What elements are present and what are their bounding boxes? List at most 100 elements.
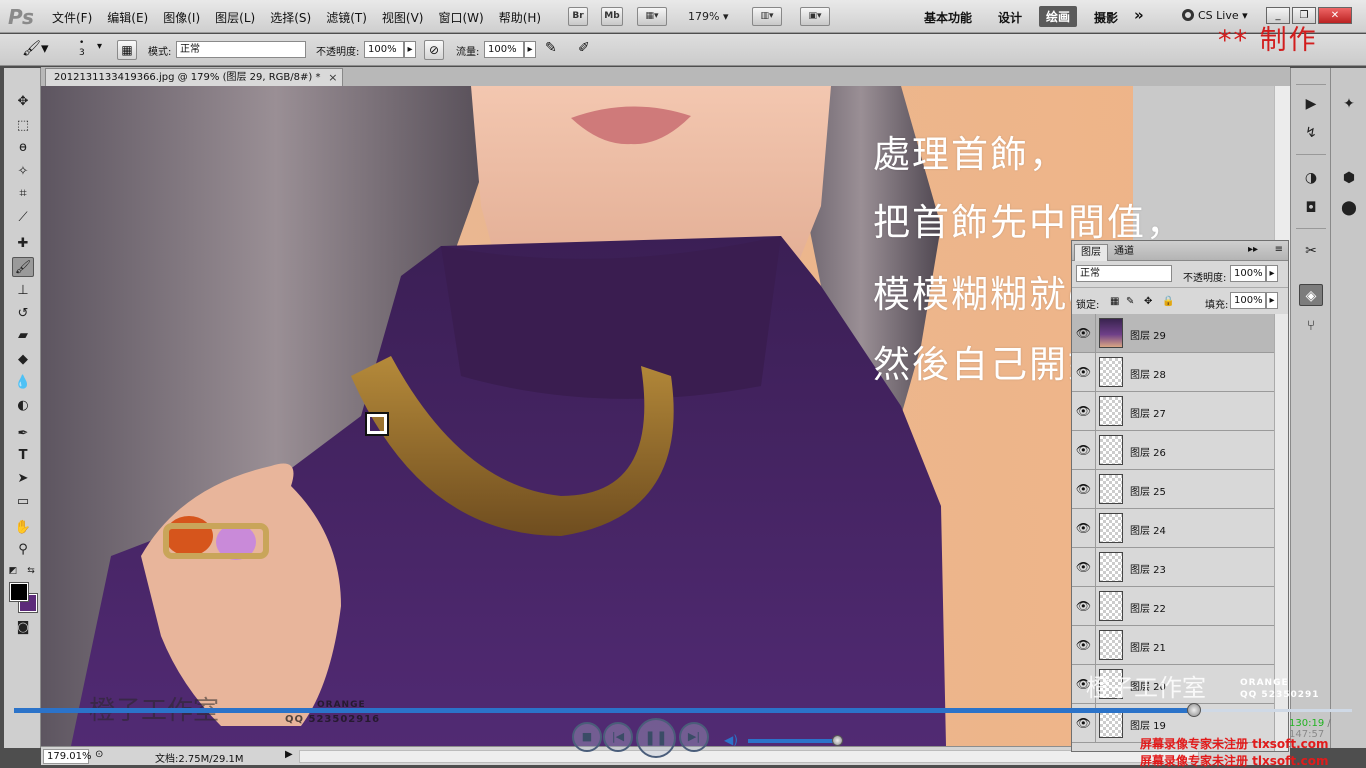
default-colors-icon[interactable]: ◩ [6, 565, 20, 577]
quick-mask-icon[interactable]: ◙ [12, 618, 34, 638]
swatches-panel-icon[interactable]: ⬤ [1337, 197, 1361, 219]
layer-row[interactable]: 👁 图层 28 [1072, 353, 1274, 392]
layer-visibility-eye-icon[interactable]: 👁 [1072, 431, 1096, 469]
brush-panel-toggle-icon[interactable]: ▦ [117, 40, 137, 60]
workspace-basic[interactable]: 基本功能 [924, 9, 972, 26]
mini-bridge-button[interactable]: Mb [601, 7, 623, 26]
layer-row[interactable]: 👁 图层 22 [1072, 587, 1274, 626]
blur-tool-icon[interactable]: 💧 [12, 373, 34, 393]
adjustments-panel-icon[interactable]: ◑ [1299, 167, 1323, 189]
fill-arrow-icon[interactable]: ▸ [1266, 292, 1278, 309]
menu-layer[interactable]: 图层(L) [215, 9, 255, 26]
layer-opacity-arrow-icon[interactable]: ▸ [1266, 265, 1278, 282]
workspace-photo[interactable]: 摄影 [1094, 9, 1118, 26]
foreground-color-swatch[interactable] [9, 582, 29, 602]
next-button[interactable]: ▶| [679, 722, 709, 752]
lock-transparency-icon[interactable]: ▦ [1110, 296, 1119, 307]
actions-panel-icon[interactable]: ▶ [1299, 93, 1323, 115]
dodge-tool-icon[interactable]: ◐ [12, 396, 34, 416]
layer-row[interactable]: 👁 图层 21 [1072, 626, 1274, 665]
history-brush-tool-icon[interactable]: ↺ [12, 304, 34, 324]
previous-button[interactable]: |◀ [603, 722, 633, 752]
volume-icon[interactable]: ◀) [724, 733, 738, 747]
view-extras-button[interactable]: ▦▾ [637, 7, 667, 26]
mode-select[interactable]: 正常 [176, 41, 306, 58]
close-document-icon[interactable]: × [328, 69, 337, 86]
zoom-tool-icon[interactable]: ⚲ [12, 540, 34, 560]
layer-opacity-input[interactable]: 100% [1230, 265, 1266, 282]
brush-tool-preset-icon[interactable]: 🖌▾ [22, 39, 49, 57]
eyedropper-tool-icon[interactable]: ⟋ [12, 208, 34, 228]
workspace-painting[interactable]: 绘画 [1039, 6, 1078, 27]
airbrush-icon[interactable]: ✎ [545, 40, 557, 56]
layer-row[interactable]: 👁 图层 27 [1072, 392, 1274, 431]
path-selection-tool-icon[interactable]: ➤ [12, 469, 34, 489]
layer-row[interactable]: 👁 图层 26 [1072, 431, 1274, 470]
marquee-tool-icon[interactable]: ⬚ [12, 116, 34, 136]
blend-mode-select[interactable]: 正常 [1076, 265, 1172, 282]
pen-tool-icon[interactable]: ✒ [12, 424, 34, 444]
shape-tool-icon[interactable]: ▭ [12, 492, 34, 512]
tab-layers[interactable]: 图层 [1074, 244, 1108, 261]
stop-button[interactable]: ■ [572, 722, 602, 752]
arrange-documents-button[interactable]: ▥▾ [752, 7, 782, 26]
workspace-more-button[interactable]: » [1134, 6, 1144, 24]
layer-visibility-eye-icon[interactable]: 👁 [1072, 470, 1096, 508]
clone-stamp-tool-icon[interactable]: ⊥ [12, 281, 34, 301]
lock-pixels-icon[interactable]: ✎ [1126, 296, 1134, 307]
type-tool-icon[interactable]: T [12, 446, 34, 466]
opacity-slider-arrow-icon[interactable]: ▸ [404, 41, 416, 58]
pause-button[interactable]: ❚❚ [636, 718, 676, 758]
pressure-opacity-icon[interactable]: ⊘ [424, 40, 444, 60]
progress-handle[interactable] [1187, 703, 1202, 717]
layer-visibility-eye-icon[interactable]: 👁 [1072, 392, 1096, 430]
document-tab[interactable]: 2012131133419366.jpg @ 179% (图层 29, RGB/… [45, 68, 344, 86]
masks-panel-icon[interactable]: ◘ [1299, 197, 1323, 219]
move-tool-icon[interactable]: ✥ [12, 92, 34, 112]
lasso-tool-icon[interactable]: ɵ [12, 138, 34, 158]
lock-all-icon[interactable]: 🔒 [1162, 296, 1174, 307]
opacity-input[interactable]: 100% [364, 41, 404, 58]
panel-collapse-icon[interactable]: ▸▸ [1248, 244, 1258, 255]
layer-visibility-eye-icon[interactable]: 👁 [1072, 353, 1096, 391]
brush-picker-arrow-icon[interactable]: ▾ [97, 41, 102, 52]
paths-panel-icon[interactable]: ⑂ [1299, 315, 1323, 337]
brush-preset-picker[interactable]: • 3 [79, 38, 85, 58]
fill-input[interactable]: 100% [1230, 292, 1266, 309]
crop-tool-icon[interactable]: ⌗ [12, 184, 34, 204]
healing-brush-tool-icon[interactable]: ✚ [12, 234, 34, 254]
layers-panel-icon[interactable]: ◈ [1299, 284, 1323, 306]
layer-visibility-eye-icon[interactable]: 👁 [1072, 548, 1096, 586]
brush-presets-panel-icon[interactable]: ✂ [1299, 240, 1323, 262]
eraser-tool-icon[interactable]: ▰ [12, 326, 34, 346]
flow-slider-arrow-icon[interactable]: ▸ [524, 41, 536, 58]
menu-filter[interactable]: 滤镜(T) [326, 9, 367, 26]
quick-selection-tool-icon[interactable]: ✧ [12, 162, 34, 182]
close-button[interactable]: ✕ [1318, 7, 1352, 24]
tab-channels[interactable]: 通道 [1108, 244, 1140, 261]
panel-menu-icon[interactable]: ≡ [1275, 244, 1283, 255]
brush-tool-icon[interactable]: 🖌 [12, 257, 34, 277]
layer-row[interactable]: 👁 图层 23 [1072, 548, 1274, 587]
menu-image[interactable]: 图像(I) [163, 9, 200, 26]
menu-file[interactable]: 文件(F) [52, 9, 92, 26]
flow-input[interactable]: 100% [484, 41, 524, 58]
layer-visibility-eye-icon[interactable]: 👁 [1072, 314, 1096, 352]
layer-visibility-eye-icon[interactable]: 👁 [1072, 626, 1096, 664]
screen-mode-button[interactable]: ▣▾ [800, 7, 830, 26]
layer-visibility-eye-icon[interactable]: 👁 [1072, 587, 1096, 625]
volume-handle[interactable] [832, 735, 844, 746]
layer-row[interactable]: 👁 图层 25 [1072, 470, 1274, 509]
menu-edit[interactable]: 编辑(E) [107, 9, 148, 26]
menu-view[interactable]: 视图(V) [382, 9, 424, 26]
pressure-size-icon[interactable]: ✐ [578, 40, 590, 56]
menu-window[interactable]: 窗口(W) [438, 9, 483, 26]
color-panel-icon[interactable]: ⬢ [1337, 167, 1361, 189]
zoom-dropdown[interactable]: 179% ▾ [688, 10, 728, 23]
menu-help[interactable]: 帮助(H) [499, 9, 541, 26]
workspace-design[interactable]: 设计 [998, 9, 1022, 26]
layer-row[interactable]: 👁 图层 24 [1072, 509, 1274, 548]
hand-tool-icon[interactable]: ✋ [12, 518, 34, 538]
history-panel-icon[interactable]: ↯ [1299, 122, 1323, 144]
layer-visibility-eye-icon[interactable]: 👁 [1072, 509, 1096, 547]
